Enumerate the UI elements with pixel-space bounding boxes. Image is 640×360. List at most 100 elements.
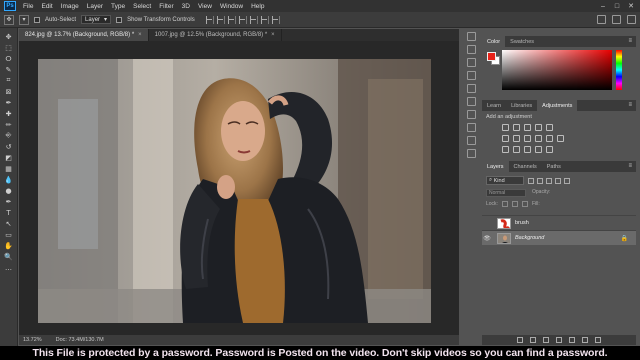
stamp-tool-icon[interactable]: ⎆ xyxy=(3,131,15,140)
transform-controls-checkbox[interactable] xyxy=(116,16,123,23)
character-icon[interactable] xyxy=(466,71,476,80)
channel-mixer-icon[interactable] xyxy=(546,135,553,142)
tab-swatches[interactable]: Swatches xyxy=(505,36,539,47)
align-center-icon[interactable] xyxy=(216,15,225,24)
menu-type[interactable]: Type xyxy=(107,3,129,10)
lock-position-icon[interactable] xyxy=(511,201,518,207)
group-icon[interactable] xyxy=(569,337,575,343)
tab-color[interactable]: Color xyxy=(482,36,506,47)
link-layers-icon[interactable] xyxy=(517,337,523,343)
glyphs-icon[interactable] xyxy=(466,97,476,106)
smart-object-filter-icon[interactable] xyxy=(564,177,570,184)
adjustment-layer-icon[interactable] xyxy=(556,337,562,343)
menu-file[interactable]: File xyxy=(19,3,37,10)
align-top-icon[interactable] xyxy=(238,15,247,24)
type-tool-icon[interactable]: T xyxy=(3,208,15,217)
tab-channels[interactable]: Channels xyxy=(509,161,542,172)
blur-tool-icon[interactable]: 💧 xyxy=(3,175,15,184)
vibrance-icon[interactable] xyxy=(546,124,553,131)
hue-slider[interactable] xyxy=(616,50,622,90)
eraser-tool-icon[interactable]: ◩ xyxy=(3,153,15,162)
color-lookup-icon[interactable] xyxy=(557,135,564,142)
align-bottom-icon[interactable] xyxy=(260,15,269,24)
menu-view[interactable]: View xyxy=(194,3,216,10)
brightness-icon[interactable] xyxy=(502,124,509,131)
type-filter-icon[interactable] xyxy=(546,177,552,184)
menu-window[interactable]: Window xyxy=(216,3,247,10)
history-brush-tool-icon[interactable]: ↺ xyxy=(3,142,15,151)
brush-tool-icon[interactable]: ✏ xyxy=(3,120,15,129)
levels-icon[interactable] xyxy=(513,124,520,131)
pen-tool-icon[interactable]: ✒ xyxy=(3,197,15,206)
panel-menu-icon[interactable]: ≡ xyxy=(628,163,632,169)
menu-select[interactable]: Select xyxy=(129,3,155,10)
color-picker-field[interactable] xyxy=(502,50,612,90)
black-white-icon[interactable] xyxy=(524,135,531,142)
info-icon[interactable] xyxy=(466,110,476,119)
threshold-icon[interactable] xyxy=(524,146,531,153)
minimize-button[interactable]: – xyxy=(596,3,610,10)
align-left-icon[interactable] xyxy=(205,15,214,24)
quick-select-tool-icon[interactable]: ✎ xyxy=(3,65,15,74)
workspace-icon[interactable] xyxy=(612,15,621,24)
properties-icon[interactable] xyxy=(466,45,476,54)
marquee-tool-icon[interactable]: ⬚ xyxy=(3,43,15,52)
layer-name[interactable]: brush xyxy=(515,220,529,226)
auto-select-checkbox[interactable] xyxy=(34,16,40,23)
document-tab-824[interactable]: 824.jpg @ 13.7% (Background, RGB/8) * × xyxy=(19,29,149,41)
color-balance-icon[interactable] xyxy=(513,135,520,142)
menu-layer[interactable]: Layer xyxy=(83,3,107,10)
zoom-level[interactable]: 13.72% xyxy=(23,337,42,343)
history-icon[interactable] xyxy=(466,32,476,41)
lasso-tool-icon[interactable]: ⵔ xyxy=(3,54,15,63)
blend-mode-dropdown[interactable]: Normal xyxy=(486,189,526,197)
maximize-button[interactable]: □ xyxy=(610,3,624,10)
lock-pixels-icon[interactable] xyxy=(501,201,508,207)
close-icon[interactable]: × xyxy=(138,32,142,38)
move-tool-icon[interactable]: ✥ xyxy=(4,14,14,25)
align-right-icon[interactable] xyxy=(227,15,236,24)
panel-menu-icon[interactable]: ≡ xyxy=(628,102,632,108)
photo-filter-icon[interactable] xyxy=(535,135,542,142)
zoom-tool-icon[interactable]: 🔍 xyxy=(3,252,15,261)
paragraph-icon[interactable] xyxy=(466,84,476,93)
move-tool-icon[interactable]: ✥ xyxy=(3,32,15,41)
paths-icon[interactable] xyxy=(466,149,476,158)
shape-filter-icon[interactable] xyxy=(555,177,561,184)
new-layer-icon[interactable] xyxy=(582,337,588,343)
menu-3d[interactable]: 3D xyxy=(178,3,194,10)
search-icon[interactable] xyxy=(597,15,606,24)
close-icon[interactable]: × xyxy=(271,32,275,38)
document-tab-1007[interactable]: 1007.jpg @ 12.5% (Background, RGB/8) * × xyxy=(149,29,282,41)
foreground-color-chip[interactable] xyxy=(487,52,496,61)
tab-adjustments[interactable]: Adjustments xyxy=(537,100,578,111)
layer-mask-icon[interactable] xyxy=(543,337,549,343)
more-tools-icon[interactable]: … xyxy=(3,263,15,272)
invert-icon[interactable] xyxy=(502,146,509,153)
close-button[interactable]: ✕ xyxy=(624,2,638,10)
eyedropper-tool-icon[interactable]: ✒ xyxy=(3,98,15,107)
panel-menu-icon[interactable]: ≡ xyxy=(628,38,632,44)
curves-icon[interactable] xyxy=(524,124,531,131)
auto-select-target-dropdown[interactable]: Layer ▾ xyxy=(81,15,112,24)
frame-tool-icon[interactable]: ⊠ xyxy=(3,87,15,96)
layer-name[interactable]: Background xyxy=(515,235,544,241)
healing-tool-icon[interactable]: ✚ xyxy=(3,109,15,118)
layer-kind-dropdown[interactable]: ⌕ Kind xyxy=(486,176,524,185)
brush-settings-icon[interactable] xyxy=(466,58,476,67)
tab-libraries[interactable]: Libraries xyxy=(506,100,537,111)
tool-preset-icon[interactable]: ▾ xyxy=(19,14,29,25)
posterize-icon[interactable] xyxy=(513,146,520,153)
share-icon[interactable] xyxy=(627,15,636,24)
menu-edit[interactable]: Edit xyxy=(37,3,56,10)
dodge-tool-icon[interactable]: ● xyxy=(3,186,15,195)
navigator-icon[interactable] xyxy=(466,123,476,132)
pixel-filter-icon[interactable] xyxy=(528,177,534,184)
canvas-area[interactable] xyxy=(19,41,459,335)
exposure-icon[interactable] xyxy=(535,124,542,131)
menu-image[interactable]: Image xyxy=(57,3,83,10)
selective-color-icon[interactable] xyxy=(546,146,553,153)
crop-tool-icon[interactable]: ⌗ xyxy=(3,76,15,85)
tab-paths[interactable]: Paths xyxy=(542,161,566,172)
lock-all-icon[interactable] xyxy=(521,201,528,207)
